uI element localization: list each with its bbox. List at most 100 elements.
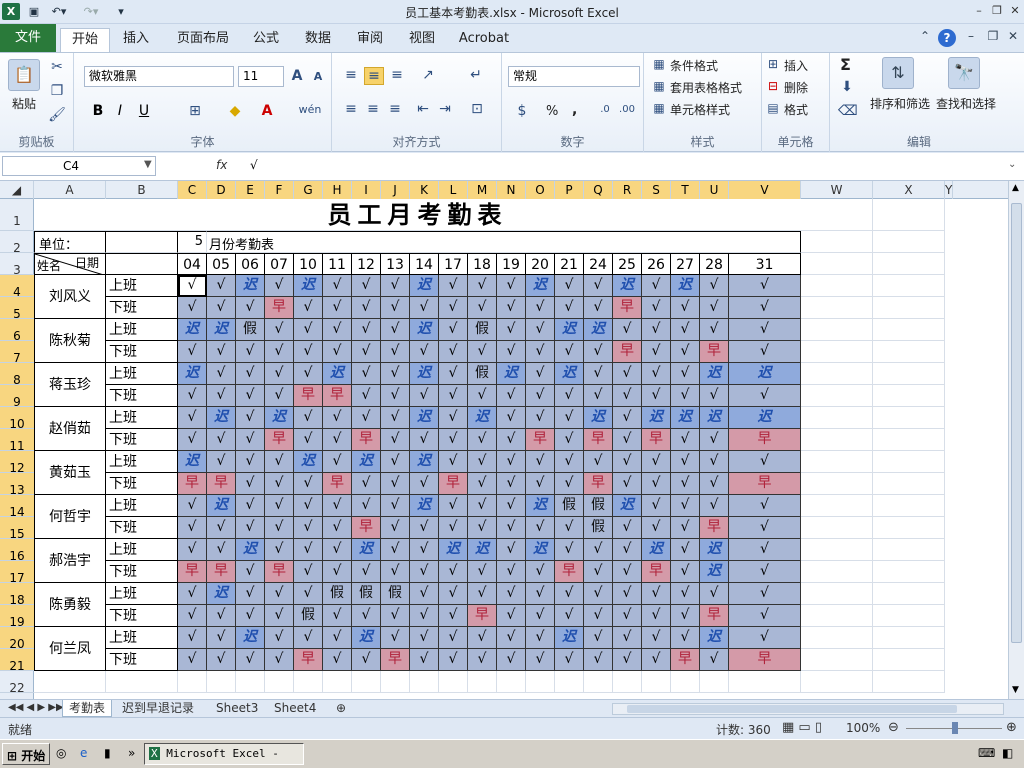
column-header-S[interactable]: S [642, 181, 671, 199]
bold-icon[interactable]: B [90, 103, 106, 119]
close-icon[interactable]: ✕ [1006, 3, 1024, 19]
attendance-cell[interactable]: √ [584, 451, 613, 473]
horizontal-scrollbar[interactable] [612, 703, 1004, 715]
attendance-cell[interactable]: 早 [265, 429, 294, 451]
grid-cell[interactable] [873, 429, 945, 451]
attendance-cell[interactable]: √ [323, 341, 352, 363]
attendance-cell[interactable]: √ [265, 319, 294, 341]
attendance-cell[interactable]: √ [410, 539, 439, 561]
attendance-cell[interactable]: √ [381, 539, 410, 561]
attendance-cell[interactable]: √ [178, 649, 207, 671]
worksheet-grid[interactable]: ◢ ABCDEFGHIJKLMNOPQRSTUVWXY 1 2 3 4 5 6 7 8 9 10 1… [0, 181, 1008, 699]
attendance-cell[interactable]: 迟 [729, 363, 801, 385]
tab-page-layout[interactable]: 页面布局 [170, 28, 236, 52]
find-select-icon[interactable]: 🔭 [948, 57, 980, 89]
zoom-out-icon[interactable]: ⊖ [888, 720, 899, 735]
row-header-6[interactable]: 6 [0, 319, 34, 343]
column-header-G[interactable]: G [294, 181, 323, 199]
attendance-cell[interactable]: 迟 [584, 319, 613, 341]
attendance-cell[interactable]: 迟 [207, 495, 236, 517]
attendance-cell[interactable]: 假 [468, 363, 497, 385]
attendance-cell[interactable]: √ [381, 473, 410, 495]
grid-cell[interactable] [671, 671, 700, 693]
taskbar-excel-item[interactable]: X Microsoft Excel - ... [144, 743, 304, 768]
attendance-cell[interactable]: √ [381, 407, 410, 429]
attendance-cell[interactable]: √ [613, 627, 642, 649]
align-top-icon[interactable]: ≡ [342, 67, 360, 83]
attendance-cell[interactable]: √ [642, 495, 671, 517]
row-header-17[interactable]: 17 [0, 561, 34, 585]
attendance-cell[interactable]: √ [613, 605, 642, 627]
increase-indent-icon[interactable]: ⇥ [436, 101, 454, 117]
cond-format-icon[interactable]: ▦ [652, 57, 666, 71]
attendance-cell[interactable]: √ [671, 517, 700, 539]
grid-cell[interactable] [801, 539, 873, 561]
attendance-cell[interactable]: √ [700, 473, 729, 495]
grid-cell[interactable] [873, 363, 945, 385]
attendance-cell[interactable]: √ [410, 583, 439, 605]
attendance-cell[interactable]: √ [410, 561, 439, 583]
column-header-X[interactable]: X [873, 181, 945, 199]
attendance-cell[interactable]: √ [207, 429, 236, 451]
zoom-in-icon[interactable]: ⊕ [1006, 720, 1017, 735]
attendance-cell[interactable]: √ [642, 385, 671, 407]
attendance-cell[interactable]: 假 [236, 319, 265, 341]
attendance-cell[interactable]: √ [497, 539, 526, 561]
cell-style-icon[interactable]: ▦ [652, 101, 666, 115]
attendance-cell[interactable]: 早 [700, 517, 729, 539]
align-middle-icon[interactable]: ≡ [364, 67, 384, 85]
keyboard-icon[interactable]: ⌨ [978, 746, 995, 760]
formula-input[interactable]: √ [244, 156, 1004, 176]
attendance-cell[interactable]: √ [323, 319, 352, 341]
attendance-cell[interactable]: √ [236, 561, 265, 583]
attendance-cell[interactable]: √ [236, 583, 265, 605]
tab-file[interactable]: 文件 [0, 24, 56, 52]
currency-icon[interactable]: $ [510, 103, 534, 119]
attendance-cell[interactable]: 迟 [729, 407, 801, 429]
attendance-cell[interactable]: √ [468, 297, 497, 319]
attendance-cell[interactable]: √ [352, 605, 381, 627]
align-right-icon[interactable]: ≡ [386, 101, 404, 117]
attendance-cell[interactable]: 假 [352, 583, 381, 605]
attendance-cell[interactable]: √ [497, 297, 526, 319]
attendance-cell[interactable]: √ [410, 297, 439, 319]
attendance-cell[interactable]: 迟 [323, 363, 352, 385]
sheet-tab-attendance[interactable]: 考勤表 [62, 700, 113, 717]
attendance-cell[interactable]: √ [410, 385, 439, 407]
attendance-cell[interactable]: √ [729, 319, 801, 341]
shrink-font-icon[interactable]: A [310, 70, 326, 83]
attendance-cell[interactable]: √ [468, 561, 497, 583]
row-header-10[interactable]: 10 [0, 407, 34, 431]
insert-button[interactable]: 插入 [784, 57, 808, 74]
attendance-cell[interactable]: √ [468, 627, 497, 649]
attendance-cell[interactable]: 早 [584, 429, 613, 451]
column-header-I[interactable]: I [352, 181, 381, 199]
attendance-cell[interactable]: √ [642, 297, 671, 319]
row-header-2[interactable]: 2 [0, 231, 34, 255]
sort-filter-button[interactable]: 排序和筛选 [870, 95, 930, 112]
grid-cell[interactable] [873, 451, 945, 473]
doc-restore-icon[interactable]: ❐ [984, 29, 1002, 47]
grid-cell[interactable] [873, 319, 945, 341]
attendance-cell[interactable]: √ [439, 407, 468, 429]
attendance-cell[interactable]: √ [729, 561, 801, 583]
column-header-H[interactable]: H [323, 181, 352, 199]
percent-button[interactable]: % [546, 104, 558, 119]
attendance-cell[interactable]: √ [207, 385, 236, 407]
attendance-cell[interactable]: √ [178, 627, 207, 649]
attendance-cell[interactable]: 假 [584, 495, 613, 517]
attendance-cell[interactable]: √ [323, 605, 352, 627]
attendance-cell[interactable]: √ [729, 517, 801, 539]
column-header-L[interactable]: L [439, 181, 468, 199]
attendance-cell[interactable]: √ [178, 429, 207, 451]
attendance-cell[interactable]: 早 [265, 561, 294, 583]
attendance-cell[interactable]: √ [613, 363, 642, 385]
attendance-cell[interactable]: √ [497, 517, 526, 539]
grid-cell[interactable] [801, 451, 873, 473]
row-header-9[interactable]: 9 [0, 385, 34, 409]
grid-cell[interactable] [873, 627, 945, 649]
attendance-cell[interactable]: √ [265, 627, 294, 649]
attendance-cell[interactable]: √ [613, 649, 642, 671]
row-header-21[interactable]: 21 [0, 649, 34, 673]
decrease-indent-icon[interactable]: ⇤ [414, 101, 432, 117]
